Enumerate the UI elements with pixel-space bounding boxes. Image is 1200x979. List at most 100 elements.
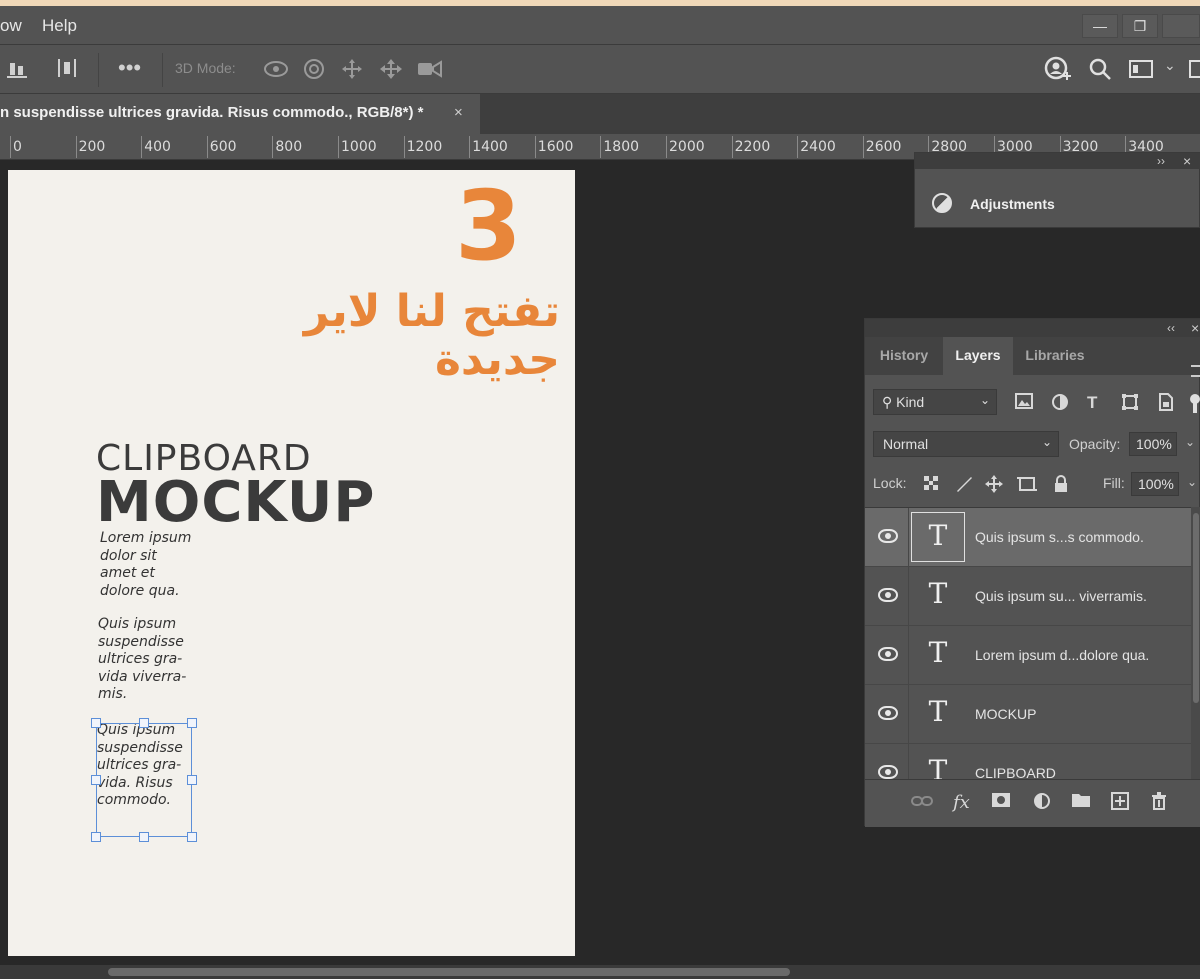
restore-icon: ❐	[1133, 18, 1147, 34]
filter-toggle-icon[interactable]	[1187, 393, 1200, 420]
3d-camera-icon[interactable]	[416, 58, 444, 86]
lock-artboard-icon[interactable]	[1017, 475, 1037, 498]
transform-handle[interactable]	[91, 718, 101, 728]
lock-position-icon[interactable]	[985, 475, 1003, 498]
close-panel-icon[interactable]: ×	[1191, 320, 1199, 336]
layer-row[interactable]: T Lorem ipsum d...dolore qua.	[865, 626, 1191, 685]
chevron-down-icon[interactable]: ⌄	[1164, 57, 1176, 74]
ruler-tick	[141, 136, 143, 158]
options-separator	[162, 53, 163, 87]
quis-paragraph[interactable]: Quis ipsum suspendisse ultrices gra- vid…	[98, 616, 186, 704]
fx-icon[interactable]: fx	[953, 792, 970, 813]
visibility-eye-icon[interactable]	[878, 765, 898, 779]
restore-button[interactable]: ❐	[1122, 14, 1158, 38]
transform-handle[interactable]	[91, 775, 101, 785]
layer-name[interactable]: Lorem ipsum d...dolore qua.	[975, 647, 1149, 663]
minimize-button[interactable]: —	[1082, 14, 1118, 38]
align-bottom-icon[interactable]	[6, 57, 28, 85]
link-layers-icon[interactable]	[911, 792, 933, 813]
layer-row[interactable]: T Quis ipsum s...s commodo.	[865, 508, 1191, 567]
search-icon[interactable]	[1088, 57, 1112, 87]
transform-handle[interactable]	[187, 832, 197, 842]
tab-history[interactable]: History	[865, 337, 943, 375]
filter-shape-icon[interactable]	[1121, 393, 1139, 416]
transform-handle[interactable]	[187, 718, 197, 728]
collapse-panel-icon[interactable]: ‹‹	[1167, 321, 1175, 335]
transform-handle[interactable]	[139, 718, 149, 728]
layers-scrollbar[interactable]	[1191, 507, 1200, 779]
3d-pan-icon[interactable]	[340, 57, 364, 87]
ruler-label: 2600	[865, 139, 902, 155]
layer-row[interactable]: T MOCKUP	[865, 685, 1191, 744]
3d-roll-icon[interactable]	[302, 57, 326, 87]
menu-window[interactable]: ow	[0, 16, 22, 36]
visibility-eye-icon[interactable]	[878, 529, 898, 543]
adjustment-layer-icon[interactable]	[1033, 792, 1051, 815]
visibility-eye-icon[interactable]	[878, 706, 898, 720]
ruler-label: 1800	[603, 139, 640, 155]
expand-panel-icon[interactable]: ››	[1157, 154, 1165, 168]
layer-name[interactable]: Quis ipsum su... viverramis.	[975, 588, 1147, 604]
horizontal-scrollbar-thumb[interactable]	[108, 968, 790, 976]
options-bar: ••• 3D Mode: ⌄	[0, 44, 1200, 94]
layer-row[interactable]: T CLIPBOARD	[865, 744, 1191, 779]
tab-layers[interactable]: Layers	[943, 337, 1013, 375]
more-options-icon[interactable]: •••	[118, 55, 141, 81]
close-tab-icon[interactable]: ×	[454, 104, 463, 121]
lock-image-pixels-icon[interactable]	[955, 475, 973, 498]
layers-panel-header[interactable]	[865, 319, 1200, 337]
lock-all-icon[interactable]	[1053, 475, 1069, 498]
text-bounding-box[interactable]	[96, 723, 192, 837]
menu-help[interactable]: Help	[42, 16, 77, 36]
row-divider	[908, 685, 909, 744]
filter-kind-select[interactable]: ⚲ Kind ⌄	[873, 389, 997, 415]
text-line: ultrices gra-	[98, 651, 183, 668]
visibility-eye-icon[interactable]	[878, 647, 898, 661]
text-layer-thumbnail-icon: T	[928, 636, 948, 669]
new-layer-icon[interactable]	[1111, 792, 1129, 815]
3d-orbit-icon[interactable]	[262, 57, 290, 87]
horizontal-scrollbar[interactable]	[0, 965, 1200, 979]
text-layer-thumbnail-icon: T	[928, 695, 948, 728]
new-group-icon[interactable]	[1071, 792, 1091, 813]
lock-transparent-pixels-icon[interactable]	[923, 475, 939, 496]
close-panel-icon[interactable]: ×	[1183, 153, 1191, 169]
layer-name[interactable]: MOCKUP	[975, 706, 1036, 722]
mockup-title[interactable]: MOCKUP	[96, 470, 375, 535]
chevron-down-icon[interactable]: ⌄	[1187, 475, 1197, 489]
ruler-tick	[272, 136, 274, 158]
visibility-eye-icon[interactable]	[878, 588, 898, 602]
fill-input[interactable]: 100%	[1131, 472, 1179, 496]
opacity-input[interactable]: 100%	[1129, 432, 1177, 456]
share-user-icon[interactable]	[1044, 56, 1072, 90]
layer-row[interactable]: T Quis ipsum su... viverramis.	[865, 567, 1191, 626]
adjustments-icon[interactable]	[932, 193, 952, 213]
lorem-paragraph[interactable]: Lorem ipsum dolor sit amet et dolore qua…	[100, 530, 191, 600]
options-separator	[98, 53, 99, 87]
close-window-button[interactable]	[1162, 14, 1200, 38]
chevron-down-icon[interactable]: ⌄	[1185, 435, 1195, 449]
layers-scrollbar-thumb[interactable]	[1193, 513, 1199, 703]
delete-icon[interactable]	[1151, 792, 1167, 815]
filter-type-icon[interactable]: T	[1087, 393, 1097, 413]
layer-name[interactable]: CLIPBOARD	[975, 765, 1056, 779]
transform-handle[interactable]	[91, 832, 101, 842]
text-layer-thumbnail-icon: T	[928, 754, 948, 779]
align-horizontal-center-icon[interactable]	[56, 57, 78, 85]
filter-pixel-icon[interactable]	[1015, 393, 1033, 414]
row-divider	[908, 744, 909, 779]
workspace-icon[interactable]	[1128, 57, 1156, 87]
3d-slide-icon[interactable]	[378, 57, 404, 87]
adjustments-label[interactable]: Adjustments	[970, 196, 1055, 212]
document-tab[interactable]: n suspendisse ultrices gravida. Risus co…	[0, 94, 480, 134]
panel-menu-icon[interactable]	[1191, 365, 1200, 377]
arrange-icon[interactable]	[1188, 57, 1200, 87]
transform-handle[interactable]	[139, 832, 149, 842]
blend-mode-select[interactable]: Normal ⌄	[873, 431, 1059, 457]
tab-libraries[interactable]: Libraries	[1013, 337, 1097, 375]
transform-handle[interactable]	[187, 775, 197, 785]
add-mask-icon[interactable]	[991, 792, 1011, 813]
filter-smart-object-icon[interactable]	[1157, 393, 1175, 416]
layer-name[interactable]: Quis ipsum s...s commodo.	[975, 529, 1144, 545]
filter-adjustment-icon[interactable]	[1051, 393, 1069, 416]
